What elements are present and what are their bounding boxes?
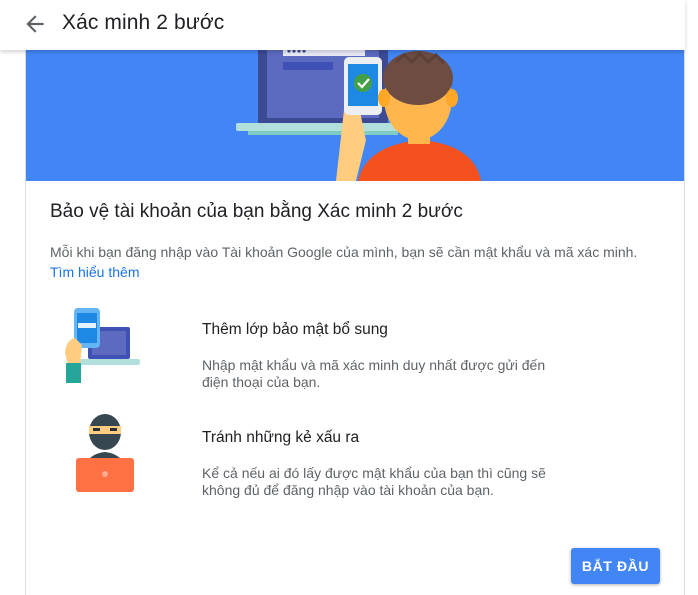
- top-app-bar: Xác minh 2 bước: [0, 0, 685, 50]
- phone-laptop-security-icon: [65, 308, 140, 383]
- intro-text: Mỗi khi bạn đăng nhập vào Tài khoản Goog…: [50, 242, 660, 282]
- feature-desc-extra-security: Nhập mật khẩu và mã xác minh duy nhất đư…: [202, 357, 546, 390]
- learn-more-link[interactable]: Tìm hiểu thêm: [50, 264, 139, 280]
- two-step-card: Bảo vệ tài khoản của bạn bằng Xác minh 2…: [25, 0, 685, 595]
- intro-body: Mỗi khi bạn đăng nhập vào Tài khoản Goog…: [50, 244, 638, 260]
- feature-title-keep-out: Tránh những kẻ xấu ra: [202, 429, 360, 446]
- arrow-back-icon[interactable]: [22, 11, 48, 37]
- feature-title-extra-security: Thêm lớp bảo mật bổ sung: [202, 321, 388, 338]
- page-title: Xác minh 2 bước: [62, 11, 225, 34]
- hacker-laptop-icon: [76, 414, 134, 492]
- feature-desc-keep-out: Kể cả nếu ai đó lấy được mật khẩu của bạ…: [202, 465, 546, 498]
- card-title: Bảo vệ tài khoản của bạn bằng Xác minh 2…: [50, 201, 463, 222]
- start-button[interactable]: BẮT ĐẦU: [571, 548, 660, 584]
